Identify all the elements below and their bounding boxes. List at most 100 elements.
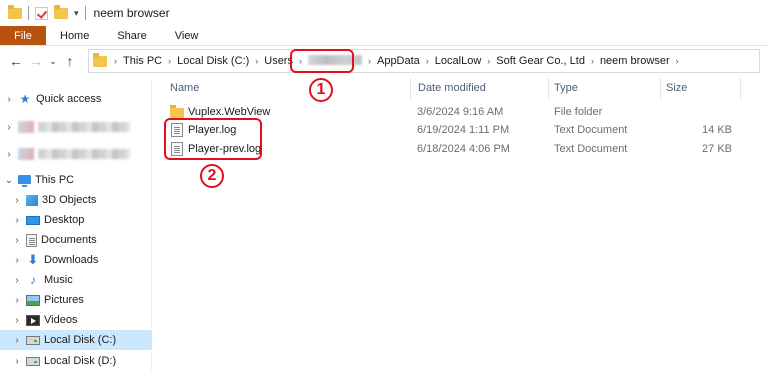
file-type: File folder xyxy=(554,106,603,118)
breadcrumb-separator[interactable]: › xyxy=(588,56,597,66)
divider xyxy=(84,6,86,20)
drive-icon xyxy=(26,335,40,345)
customize-toolbar-chevron-icon[interactable]: ▾ xyxy=(74,8,79,19)
folder-icon xyxy=(170,105,184,118)
file-type: Text Document xyxy=(554,124,628,136)
folder-icon xyxy=(8,4,22,19)
address-bar[interactable]: › This PC › Local Disk (C:) › Users › › … xyxy=(88,49,760,73)
expand-chevron-icon[interactable]: › xyxy=(12,195,22,206)
breadcrumb-separator[interactable]: › xyxy=(423,56,432,66)
pictures-icon xyxy=(26,294,40,306)
nav-music[interactable]: › ♪ Music xyxy=(0,270,152,290)
file-size: 27 KB xyxy=(702,143,732,155)
properties-check-icon[interactable] xyxy=(35,6,48,20)
file-date: 3/6/2024 9:16 AM xyxy=(417,106,504,118)
nav-label: This PC xyxy=(35,174,75,186)
computer-icon xyxy=(18,174,31,187)
breadcrumb-soft-gear[interactable]: Soft Gear Co., Ltd xyxy=(493,55,588,67)
nav-label: Pictures xyxy=(44,294,84,306)
file-size: 14 KB xyxy=(702,124,732,136)
redacted-icon xyxy=(18,148,34,160)
window-title: neem browser xyxy=(93,6,170,20)
file-size xyxy=(668,103,732,121)
column-divider[interactable] xyxy=(410,78,411,100)
expand-chevron-icon[interactable]: › xyxy=(12,275,22,286)
nav-label: Local Disk (C:) xyxy=(44,334,117,346)
documents-icon xyxy=(26,233,37,247)
collapse-chevron-icon[interactable]: ⌄ xyxy=(4,175,14,186)
highlight-log-files xyxy=(164,118,262,160)
nav-downloads[interactable]: › ⬇ Downloads xyxy=(0,250,152,270)
breadcrumb-separator[interactable]: › xyxy=(165,56,174,66)
breadcrumb-separator[interactable]: › xyxy=(365,56,374,66)
up-arrow-icon[interactable]: ↑ xyxy=(60,49,80,73)
breadcrumb-appdata[interactable]: AppData xyxy=(374,55,423,67)
column-date-modified[interactable]: Date modified xyxy=(412,78,486,100)
file-type: Text Document xyxy=(554,143,628,155)
nav-documents[interactable]: › Documents xyxy=(0,230,152,250)
star-icon: ★ xyxy=(19,92,31,106)
breadcrumb-local-disk[interactable]: Local Disk (C:) xyxy=(174,55,252,67)
annotation-marker-1: 1 xyxy=(309,78,333,102)
tab-view[interactable]: View xyxy=(161,26,213,45)
file-date: 6/18/2024 4:06 PM xyxy=(417,143,510,155)
breadcrumb-locallow[interactable]: LocalLow xyxy=(432,55,484,67)
redacted-label xyxy=(38,122,130,132)
video-icon xyxy=(26,314,40,326)
breadcrumb-separator[interactable]: › xyxy=(111,56,120,66)
breadcrumb-neem-browser[interactable]: neem browser xyxy=(597,55,673,67)
column-divider[interactable] xyxy=(740,78,741,100)
tab-home[interactable]: Home xyxy=(46,26,103,45)
nav-3d-objects[interactable]: › 3D Objects xyxy=(0,190,152,210)
expand-chevron-icon[interactable]: › xyxy=(12,356,22,367)
nav-label: Videos xyxy=(44,314,78,326)
nav-label: 3D Objects xyxy=(42,194,97,206)
drive-icon xyxy=(26,356,40,366)
breadcrumb-separator[interactable]: › xyxy=(673,56,682,66)
folder-icon xyxy=(93,52,107,67)
nav-quick-access[interactable]: › ★ Quick access xyxy=(0,89,152,109)
expand-chevron-icon[interactable]: › xyxy=(12,335,22,346)
expand-chevron-icon[interactable]: › xyxy=(12,315,22,326)
tab-file[interactable]: File xyxy=(0,26,46,45)
expand-chevron-icon[interactable]: › xyxy=(12,295,22,306)
nav-this-pc[interactable]: ⌄ This PC xyxy=(0,170,152,190)
nav-desktop[interactable]: › Desktop xyxy=(0,210,152,230)
new-folder-icon[interactable] xyxy=(54,4,68,19)
recent-locations-chevron-icon[interactable]: ⌄ xyxy=(46,49,60,73)
column-headers: Name Date modified Type Size xyxy=(158,78,758,100)
title-bar: ▾ neem browser xyxy=(0,0,768,26)
nav-label: Downloads xyxy=(44,254,99,266)
tab-share[interactable]: Share xyxy=(103,26,160,45)
redacted-label xyxy=(38,149,130,159)
column-name[interactable]: Name xyxy=(164,78,199,100)
forward-arrow-icon[interactable]: → xyxy=(26,49,46,73)
breadcrumb-separator[interactable]: › xyxy=(252,56,261,66)
breadcrumb-this-pc[interactable]: This PC xyxy=(120,55,165,67)
nav-redacted-item[interactable]: › xyxy=(0,117,152,137)
music-note-icon: ♪ xyxy=(30,273,36,287)
nav-label: Music xyxy=(44,274,73,286)
ribbon-tabs: File Home Share View xyxy=(0,26,768,46)
expand-chevron-icon[interactable]: › xyxy=(12,215,22,226)
expand-chevron-icon[interactable]: › xyxy=(12,235,22,246)
expand-chevron-icon[interactable]: › xyxy=(12,255,22,266)
cube-icon xyxy=(26,194,38,206)
nav-local-disk-c[interactable]: › Local Disk (C:) xyxy=(0,330,152,350)
column-size[interactable]: Size xyxy=(660,78,687,100)
expand-chevron-icon[interactable]: › xyxy=(4,149,14,160)
nav-redacted-item[interactable]: › xyxy=(0,144,152,164)
nav-label: Local Disk (D:) xyxy=(44,355,117,367)
column-type[interactable]: Type xyxy=(548,78,578,100)
nav-label: Desktop xyxy=(44,214,85,226)
nav-label: Quick access xyxy=(36,93,102,105)
back-arrow-icon[interactable]: ← xyxy=(6,49,26,73)
nav-local-disk-d[interactable]: › Local Disk (D:) xyxy=(0,351,152,371)
navigation-pane: › ★ Quick access › › ⌄ This PC › 3D Obje… xyxy=(0,80,152,371)
breadcrumb-separator[interactable]: › xyxy=(484,56,493,66)
expand-chevron-icon[interactable]: › xyxy=(4,122,14,133)
nav-pictures[interactable]: › Pictures xyxy=(0,290,152,310)
expand-chevron-icon[interactable]: › xyxy=(4,94,14,105)
nav-videos[interactable]: › Videos xyxy=(0,310,152,330)
nav-label: Documents xyxy=(41,234,97,246)
